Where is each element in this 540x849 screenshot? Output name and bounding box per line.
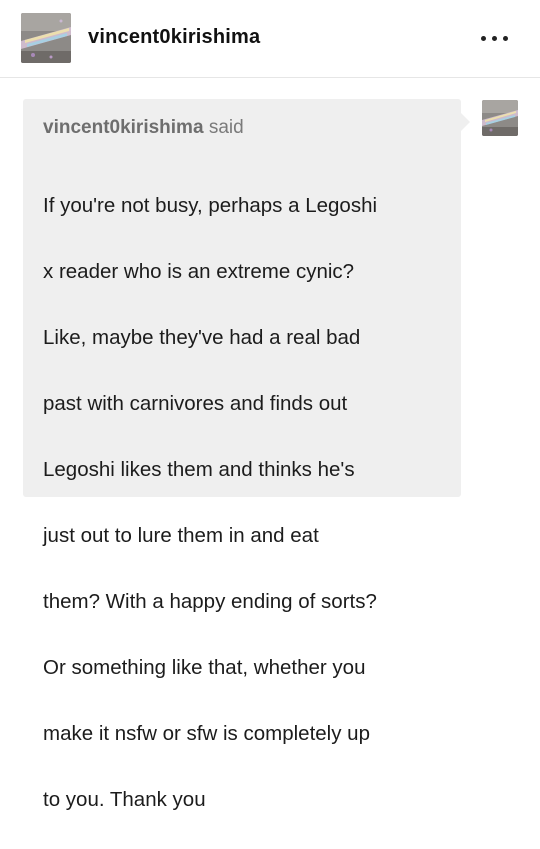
more-options-button[interactable] (478, 26, 512, 50)
question-line: to you. Thank you (43, 788, 206, 811)
asker-avatar[interactable] (482, 100, 518, 136)
blog-avatar[interactable] (21, 13, 71, 63)
question-line: Or something like that, whether you (43, 656, 366, 679)
question-line: x reader who is an extreme cynic? (43, 260, 355, 283)
question-line: them? With a happy ending of sorts? (43, 590, 377, 613)
ask-bubble: vincent0kirishima said If you're not bus… (23, 99, 470, 811)
asker-line: vincent0kirishima said (43, 117, 244, 139)
question-line: If you're not busy, perhaps a Legoshi (43, 194, 378, 217)
more-horizontal-icon (481, 36, 486, 41)
avatar-image (482, 100, 518, 136)
asker-name-link[interactable]: vincent0kirishima (43, 117, 204, 138)
avatar-image (21, 13, 71, 63)
post-header: vincent0kirishima (0, 0, 540, 78)
more-horizontal-icon (492, 36, 497, 41)
question-line: past with carnivores and finds out (43, 392, 348, 415)
question-line: make it nsfw or sfw is completely up (43, 722, 370, 745)
question-line: Like, maybe they've had a real bad (43, 326, 361, 349)
question-line: Legoshi likes them and thinks he's (43, 458, 355, 481)
blog-name-link[interactable]: vincent0kirishima (88, 26, 260, 49)
more-horizontal-icon (503, 36, 508, 41)
said-label: said (208, 117, 244, 138)
question-text: If you're not busy, perhaps a Legoshi x … (43, 156, 448, 849)
question-line: just out to lure them in and eat (43, 524, 319, 547)
